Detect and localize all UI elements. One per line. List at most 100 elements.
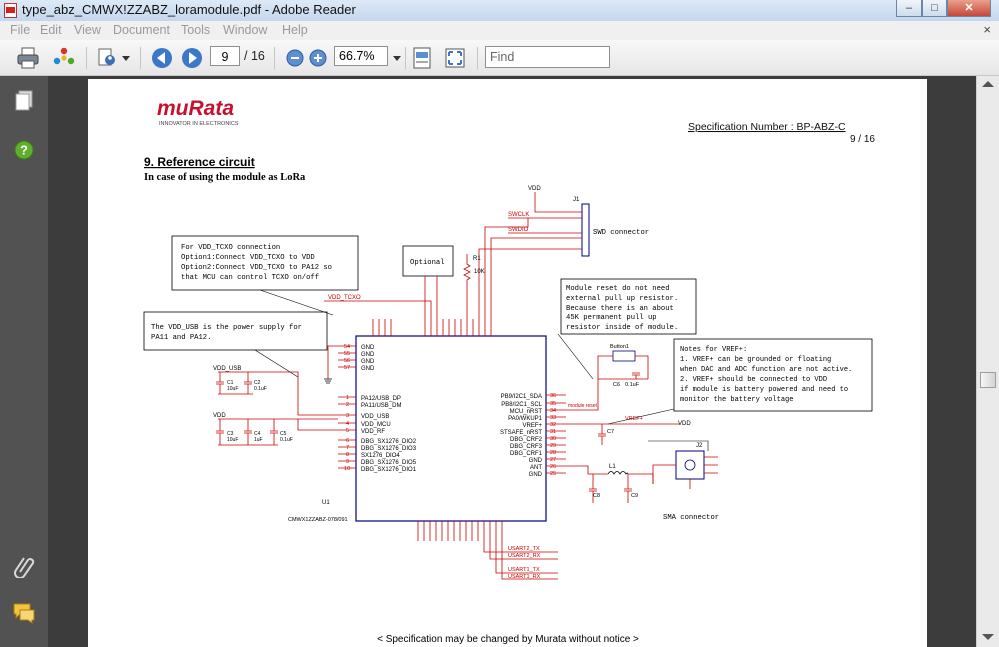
pin-num-27: 27 (550, 457, 556, 463)
j2-label: J2 (696, 443, 703, 449)
pin-label-dio3: DBG_SX1276_DIO3 (361, 446, 417, 452)
scroll-up-icon[interactable] (982, 81, 994, 87)
section-title: 9. Reference circuit (144, 155, 255, 169)
gnd-label-56: GND (361, 359, 375, 365)
collaborate-icon[interactable] (52, 46, 76, 70)
page-number-input[interactable]: 9 (210, 46, 240, 66)
window-title: type_abz_CMWX!ZZABZ_loramodule.pdf - Ado… (22, 2, 356, 17)
vref-note-line-2: 1. VREF+ can be grounded or floating (680, 356, 831, 364)
minimize-button[interactable]: – (896, 0, 922, 17)
module-reset-label: module reset (568, 403, 598, 409)
tcxo-note-line-2: Option1:Connect VDD_TCXO to VDD (181, 254, 315, 262)
pin-num-6: 6 (346, 438, 349, 444)
pin-label-vdd-usb: VDD_USB (361, 414, 389, 420)
c9-label: C9 (631, 493, 638, 499)
vdd-usb-note-line-2: PA11 and PA12. (151, 334, 211, 342)
usart1-rx-label: USART1_RX (508, 574, 541, 580)
menu-view[interactable]: View (74, 23, 101, 37)
pin-label-gnd-25: GND (529, 472, 543, 478)
document-close-button[interactable]: × (983, 22, 991, 37)
c8-label: C8 (593, 493, 600, 499)
reset-note-line-1: Module reset do not need (566, 285, 670, 293)
svg-text:?: ? (20, 143, 28, 158)
menu-tools[interactable]: Tools (181, 23, 210, 37)
zoom-in-icon[interactable] (306, 46, 330, 70)
menu-edit[interactable]: Edit (40, 23, 62, 37)
menu-file[interactable]: File (10, 23, 30, 37)
r1-value: 10K (474, 269, 485, 275)
print-icon[interactable] (16, 46, 40, 70)
pin-num-55: 55 (344, 351, 350, 357)
comments-icon[interactable] (12, 602, 36, 624)
sma-connector-label: SMA connector (663, 514, 719, 522)
pin-num-10: 10 (344, 466, 350, 472)
scroll-down-icon[interactable] (982, 634, 994, 640)
help-icon[interactable]: ? (14, 140, 34, 160)
vdd-usb-note-line-1: The VDD_USB is the power supply for (151, 324, 302, 332)
page-total-label: / 16 (244, 49, 265, 63)
c5-value: 0.1uF (280, 437, 293, 443)
pin-num-33: 33 (550, 415, 556, 421)
reset-note-line-2: external pull up resistor. (566, 295, 678, 303)
menu-help[interactable]: Help (282, 23, 308, 37)
vref-note-line-1: Notes for VREF+: (680, 346, 747, 354)
optional-label: Optional (410, 259, 445, 267)
pin-num-56: 56 (344, 358, 350, 364)
gnd-label-55: GND (361, 352, 375, 358)
pdf-page: muRata INNOVATOR IN ELECTRONICS Specific… (88, 79, 927, 647)
pages-icon[interactable] (14, 90, 34, 112)
vertical-scrollbar[interactable] (976, 76, 999, 647)
module-part-label: CMWX1ZZABZ-078/091 (288, 517, 348, 523)
zoom-level-select[interactable]: 66.7% (334, 46, 388, 66)
title-bar: type_abz_CMWX!ZZABZ_loramodule.pdf - Ado… (0, 0, 999, 22)
navigation-pane: ? (0, 76, 48, 647)
review-icon[interactable] (96, 46, 120, 70)
menu-window[interactable]: Window (223, 23, 267, 37)
pin-label-vdd-rf: VDD_RF (361, 429, 385, 435)
pin-num-36: 36 (550, 393, 556, 399)
attachment-icon[interactable] (12, 554, 36, 578)
vref-net-label: VREF+ (625, 416, 643, 422)
full-screen-icon[interactable] (443, 46, 467, 70)
maximize-button[interactable]: □ (922, 0, 947, 17)
pin-num-34: 34 (550, 408, 556, 414)
pdf-app-icon (4, 3, 17, 18)
scroll-thumb[interactable] (980, 372, 996, 388)
document-viewport[interactable]: muRata INNOVATOR IN ELECTRONICS Specific… (48, 76, 976, 647)
pin-num-5: 5 (346, 428, 349, 434)
pin-label-ant: ANT (530, 465, 542, 471)
usart2-rx-label: USART2_RX (508, 553, 541, 559)
gnd-label-57: GND (361, 366, 375, 372)
zoom-out-icon[interactable] (283, 46, 307, 70)
pin-num-29: 29 (550, 443, 556, 449)
reset-button-symbol (612, 350, 636, 362)
close-button[interactable]: ✕ (947, 0, 991, 17)
pin-label-dio4: SX1276_DIO4 (361, 453, 400, 459)
find-input[interactable]: Find (485, 46, 610, 68)
c6-label: C6 (613, 382, 620, 388)
tcxo-note-line-4: that MCU can control TCXO on/off (181, 274, 319, 282)
zoom-dropdown-chevron-icon[interactable] (393, 56, 401, 62)
fit-width-icon[interactable] (410, 46, 434, 70)
chevron-down-icon[interactable] (122, 56, 130, 62)
vref-note-line-4: 2. VREF+ should be connected to VDD (680, 376, 827, 384)
vdd-right-label: VDD (678, 421, 691, 427)
section-subtitle: In case of using the module as LoRa (144, 172, 306, 183)
menu-document[interactable]: Document (113, 23, 170, 37)
previous-page-icon[interactable] (150, 46, 174, 70)
c7-label: C7 (607, 429, 614, 435)
pin-num-30: 30 (550, 436, 556, 442)
vdd-top-label: VDD (528, 186, 541, 192)
next-page-icon[interactable] (180, 46, 204, 70)
pin-label-vdd-mcu: VDD_MCU (361, 422, 391, 428)
c6-value: 0.1uF (625, 382, 640, 388)
logo-tagline: INNOVATOR IN ELECTRONICS (159, 121, 239, 127)
pin-num-57: 57 (344, 365, 350, 371)
c3-value: 10uF (227, 437, 238, 443)
pin-label-crf3: DBG_CRF3 (510, 444, 543, 450)
pin-label-dio5: DBG_SX1276_DIO5 (361, 460, 417, 466)
pin-label-pb9: PB9/I2C1_SDA (501, 394, 542, 400)
tcxo-note-line-1: For VDD_TCXO connection (181, 244, 280, 252)
vdd-usb-net-label: VDD_USB (213, 366, 241, 372)
pin-num-2: 2 (346, 402, 349, 408)
